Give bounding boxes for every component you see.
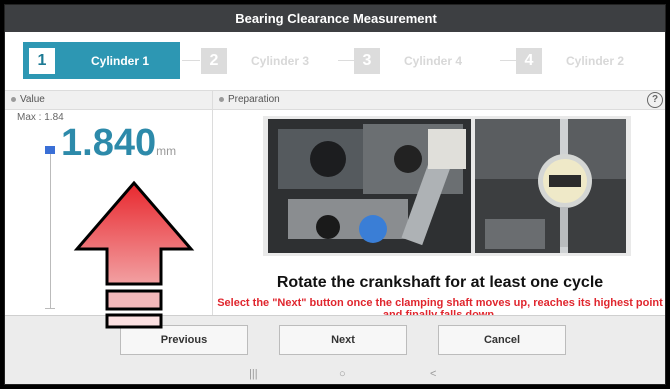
step-cylinder-3[interactable]: 2 Cylinder 3 [195, 42, 335, 79]
preparation-header-text: Preparation [228, 94, 280, 105]
bullet-icon [11, 96, 16, 102]
gauge-scale [50, 150, 51, 308]
next-button[interactable]: Next [279, 325, 407, 355]
step-number: 1 [29, 47, 55, 74]
help-icon[interactable]: ? [647, 92, 663, 108]
preparation-panel: Rotate the crankshaft for at least one c… [213, 110, 665, 321]
step-number: 4 [516, 47, 542, 74]
max-value-label: Max : 1.84 [17, 112, 64, 123]
back-icon[interactable]: < [430, 368, 436, 380]
step-indicator: 1 Cylinder 1 2 Cylinder 3 3 Cylinder 4 4… [5, 32, 665, 90]
up-arrow-icon [73, 180, 195, 329]
gauge-base [45, 308, 55, 309]
step-label: Cylinder 2 [566, 53, 625, 68]
step-number: 3 [354, 47, 380, 74]
window-title: Bearing Clearance Measurement [5, 5, 665, 32]
step-cylinder-1[interactable]: 1 Cylinder 1 [23, 42, 180, 79]
dial-gauge-photo [475, 119, 626, 253]
engine-photos [263, 116, 631, 256]
bullet-icon [219, 96, 224, 102]
recents-icon[interactable]: ||| [249, 368, 258, 380]
system-nav-bar: ||| ○ < [5, 368, 665, 384]
measurement-value: 1.840 [61, 122, 157, 164]
step-cylinder-4[interactable]: 3 Cylinder 4 [348, 42, 498, 79]
step-number: 2 [201, 47, 227, 74]
app-frame: Bearing Clearance Measurement 1 Cylinder… [4, 4, 666, 385]
measurement-readout: 1.840mm [61, 122, 176, 165]
step-label: Cylinder 3 [251, 53, 310, 68]
panel-headers: Value Preparation ? [5, 90, 665, 110]
gauge-marker [45, 146, 55, 154]
instruction-text: Rotate the crankshaft for at least one c… [276, 274, 604, 291]
measurement-unit: mm [156, 144, 177, 158]
value-panel-header: Value [11, 94, 45, 105]
cancel-button[interactable]: Cancel [438, 325, 566, 355]
step-label: Cylinder 1 [91, 53, 150, 68]
step-cylinder-2[interactable]: 4 Cylinder 2 [510, 42, 660, 79]
preparation-panel-header: Preparation [219, 94, 280, 105]
value-header-text: Value [20, 94, 45, 105]
engine-bay-photo [268, 119, 471, 253]
step-label: Cylinder 4 [404, 53, 463, 68]
home-icon[interactable]: ○ [339, 368, 346, 380]
